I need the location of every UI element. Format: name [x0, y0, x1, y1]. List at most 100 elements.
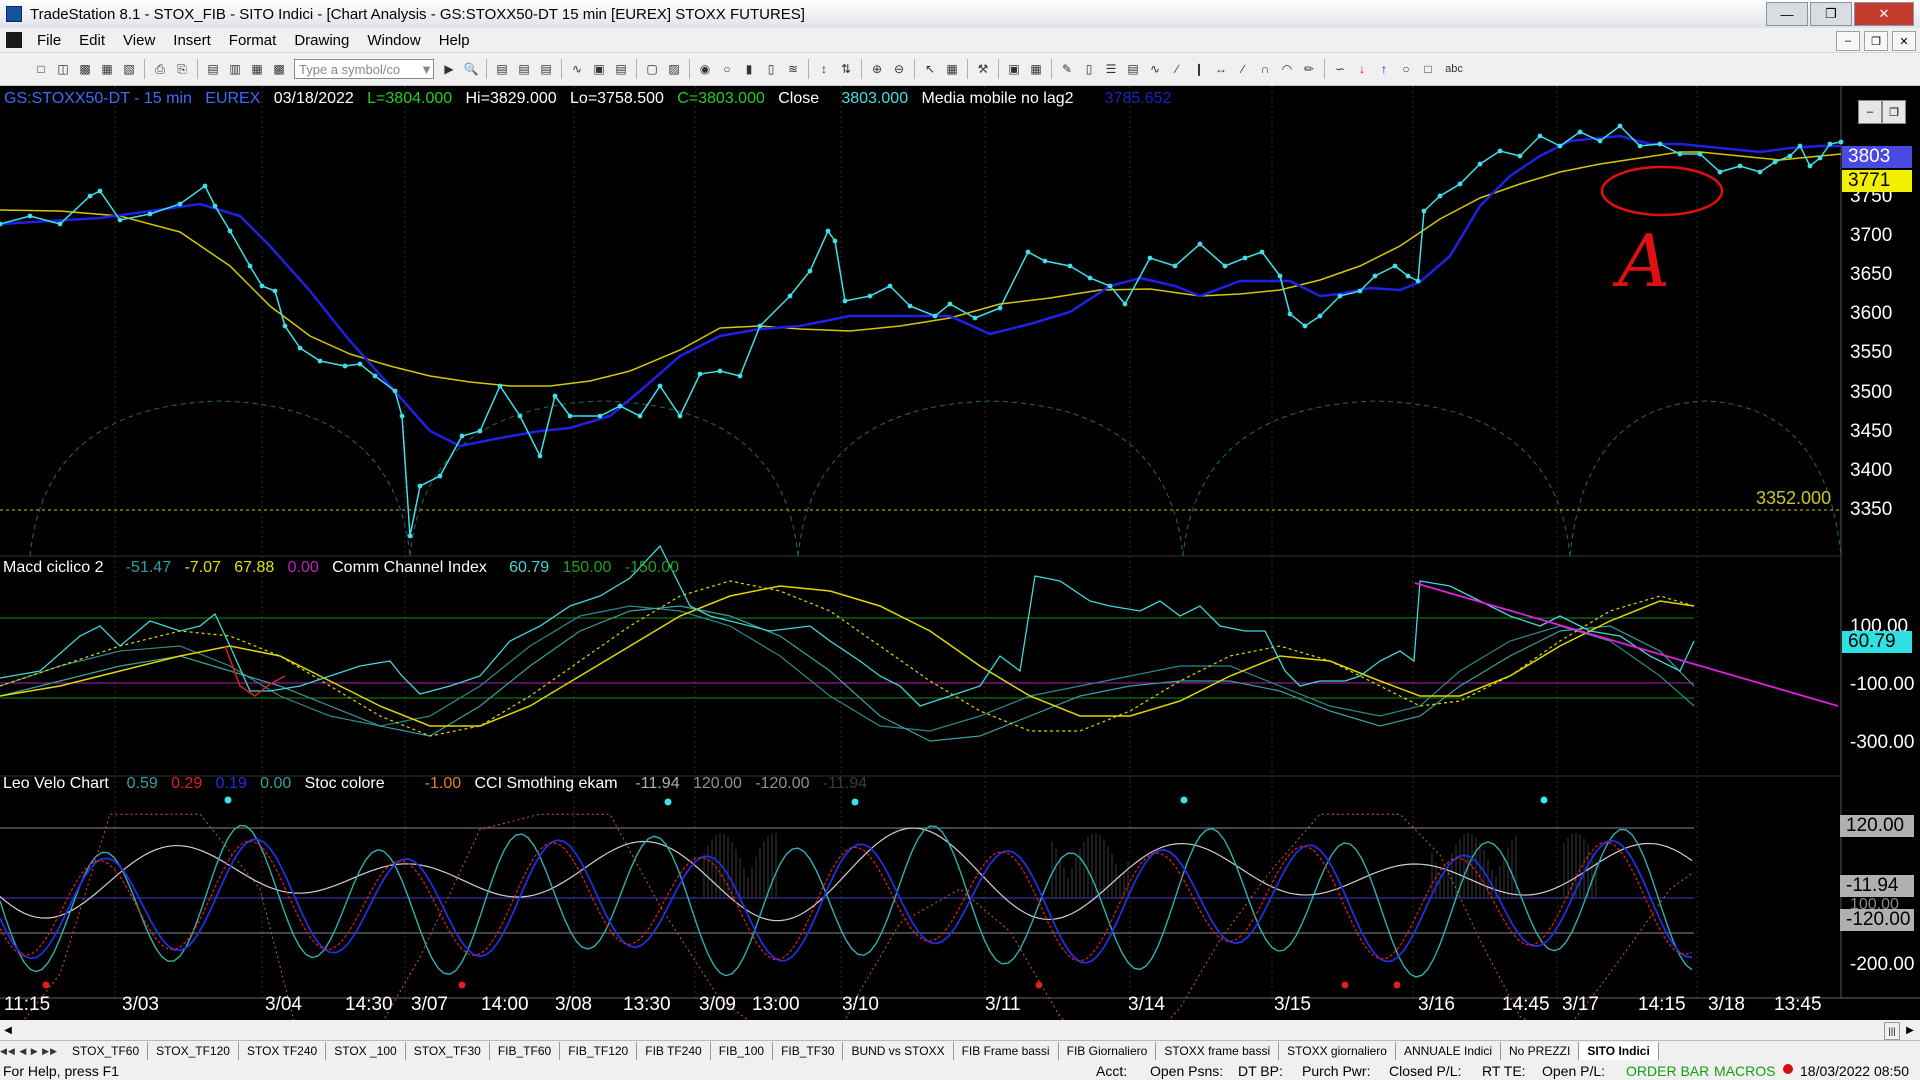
candle-icon[interactable]: ▮: [740, 60, 758, 78]
tab-fib-tf30[interactable]: FIB_TF30: [773, 1042, 844, 1060]
tab-annuale-indici[interactable]: ANNUALE Indici: [1396, 1042, 1501, 1060]
grid-icon[interactable]: ▩: [270, 60, 288, 78]
line-icon[interactable]: ≋: [784, 60, 802, 78]
strategy-icon[interactable]: ▣: [590, 60, 608, 78]
window-1-icon[interactable]: ▤: [493, 60, 511, 78]
menu-format[interactable]: Format: [220, 32, 286, 49]
indicator-icon[interactable]: ∿: [568, 60, 586, 78]
zoom-in-icon[interactable]: ⊕: [868, 60, 886, 78]
chart-minimize-button[interactable]: –: [1858, 100, 1882, 124]
mdi-restore-button[interactable]: ❐: [1864, 31, 1888, 51]
bars-icon[interactable]: ▯: [1080, 60, 1098, 78]
mdi-close-button[interactable]: ✕: [1892, 31, 1916, 51]
menu-insert[interactable]: Insert: [164, 32, 220, 49]
pan-icon[interactable]: ↕: [815, 60, 833, 78]
brush-icon[interactable]: ✏: [1300, 60, 1318, 78]
pointer-icon[interactable]: ↖: [921, 60, 939, 78]
up-arrow-icon[interactable]: ↑: [1375, 60, 1393, 78]
menu-drawing[interactable]: Drawing: [285, 32, 358, 49]
radar-icon[interactable]: ▥: [226, 60, 244, 78]
hlines-icon[interactable]: ☰: [1102, 60, 1120, 78]
play-icon[interactable]: ▶: [440, 60, 458, 78]
data-window-icon[interactable]: ▢: [643, 60, 661, 78]
cycle-icon[interactable]: ∩: [1256, 60, 1274, 78]
chart-restore-button[interactable]: ❐: [1882, 100, 1906, 124]
vlines-icon[interactable]: ❙: [1190, 60, 1208, 78]
format-icon[interactable]: ▤: [612, 60, 630, 78]
chart-window-icon[interactable]: [6, 32, 22, 48]
save-icon[interactable]: ▦: [98, 60, 116, 78]
window-3-icon[interactable]: ▤: [537, 60, 555, 78]
chevron-down-icon[interactable]: ▼: [420, 62, 433, 77]
symbol-input[interactable]: Type a symbol/co ▼: [294, 59, 434, 79]
tab-stox-tf30[interactable]: STOX_TF30: [406, 1042, 490, 1060]
chart-icon[interactable]: ▤: [204, 60, 222, 78]
scale-icon[interactable]: ⇅: [837, 60, 855, 78]
trendline-icon[interactable]: ∕: [1168, 60, 1186, 78]
down-arrow-icon[interactable]: ↓: [1353, 60, 1371, 78]
tab-fib-100[interactable]: FIB_100: [711, 1042, 774, 1060]
tab-stox-100[interactable]: STOX _100: [326, 1042, 406, 1060]
tab-stox-tf60[interactable]: STOX_TF60: [64, 1042, 149, 1060]
arc-icon[interactable]: ◠: [1278, 60, 1296, 78]
arrow-lr-icon[interactable]: ↔: [1212, 60, 1230, 78]
curve-icon[interactable]: ∿: [1146, 60, 1164, 78]
tab-stox-tf120[interactable]: STOX_TF120: [148, 1042, 239, 1060]
zoom-out-icon[interactable]: ⊖: [890, 60, 908, 78]
tab-nav-arrows[interactable]: ◀◀ ◀ ▶ ▶▶: [0, 1046, 64, 1057]
fib-icon[interactable]: ▤: [1124, 60, 1142, 78]
matrix-icon[interactable]: ▦: [248, 60, 266, 78]
scroll-left-icon[interactable]: ◀: [0, 1022, 16, 1038]
maximize-button[interactable]: ❐: [1810, 2, 1852, 26]
open-icon[interactable]: ◫: [54, 60, 72, 78]
print-icon[interactable]: ⎙: [151, 60, 169, 78]
tab-fib-tf240[interactable]: FIB TF240: [637, 1042, 711, 1060]
crosshair-icon[interactable]: ▦: [943, 60, 961, 78]
tab-no-prezzi[interactable]: No PREZZI: [1501, 1042, 1580, 1060]
menu-view[interactable]: View: [114, 32, 164, 49]
horizontal-scrollbar[interactable]: ◀ ||| ▶: [0, 1020, 1920, 1040]
tab-fib-frame-bassi[interactable]: FIB Frame bassi: [954, 1042, 1059, 1060]
tab-stox-tf240[interactable]: STOX TF240: [239, 1042, 327, 1060]
menu-file[interactable]: File: [28, 32, 70, 49]
mdi-minimize-button[interactable]: –: [1836, 31, 1860, 51]
ellipse-icon[interactable]: ○: [1397, 60, 1415, 78]
order-bar-button[interactable]: ORDER BAR: [1626, 1063, 1709, 1079]
text-tool[interactable]: abc: [1441, 60, 1467, 78]
glasses-icon[interactable]: ○: [718, 60, 736, 78]
tab-stoxx-giornaliero[interactable]: STOXX giornaliero: [1279, 1042, 1396, 1060]
tab-fib-tf120[interactable]: FIB_TF120: [560, 1042, 638, 1060]
new-icon[interactable]: □: [32, 60, 50, 78]
rectangle-icon[interactable]: □: [1419, 60, 1437, 78]
tab-sito-indici[interactable]: SITO Indici: [1579, 1042, 1659, 1060]
freehand-icon[interactable]: ∽: [1331, 60, 1349, 78]
object-icon[interactable]: ▦: [1027, 60, 1045, 78]
tab-bund-vs-stoxx[interactable]: BUND vs STOXX: [843, 1042, 954, 1060]
window-2-icon[interactable]: ▤: [515, 60, 533, 78]
menu-edit[interactable]: Edit: [70, 32, 114, 49]
menu-help[interactable]: Help: [430, 32, 479, 49]
barchart-icon[interactable]: ▯: [762, 60, 780, 78]
tab-fib-giornaliero[interactable]: FIB Giornaliero: [1059, 1042, 1157, 1060]
eye-icon[interactable]: ◉: [696, 60, 714, 78]
chart-canvas[interactable]: A: [0, 86, 1920, 1020]
symbol-lookup-icon[interactable]: 🔍: [462, 60, 480, 78]
tab-stoxx-frame-bassi[interactable]: STOXX frame bassi: [1156, 1042, 1280, 1060]
macros-button[interactable]: MACROS: [1714, 1063, 1775, 1079]
open-workspace-icon[interactable]: ▩: [76, 60, 94, 78]
tab-fib-tf60[interactable]: FIB_TF60: [490, 1042, 561, 1060]
close-button[interactable]: ✕: [1854, 2, 1914, 26]
save-all-icon[interactable]: ▧: [120, 60, 138, 78]
minimize-button[interactable]: —: [1766, 2, 1808, 26]
alert-icon[interactable]: ▣: [1005, 60, 1023, 78]
compare-icon[interactable]: ▨: [665, 60, 683, 78]
channel-icon[interactable]: ∕: [1234, 60, 1252, 78]
scroll-right-icon[interactable]: ▶: [1902, 1022, 1918, 1038]
stoc-value: -1.00: [424, 775, 462, 792]
pencil-icon[interactable]: ✎: [1058, 60, 1076, 78]
menu-window[interactable]: Window: [358, 32, 429, 49]
scroll-thumb[interactable]: |||: [1884, 1022, 1900, 1040]
print-preview-icon[interactable]: ⎘: [173, 60, 191, 78]
tools-icon[interactable]: ⚒: [974, 60, 992, 78]
chart-area[interactable]: A GS:STOXX50-DT - 15 min EUREX 03/18/202…: [0, 86, 1920, 1020]
